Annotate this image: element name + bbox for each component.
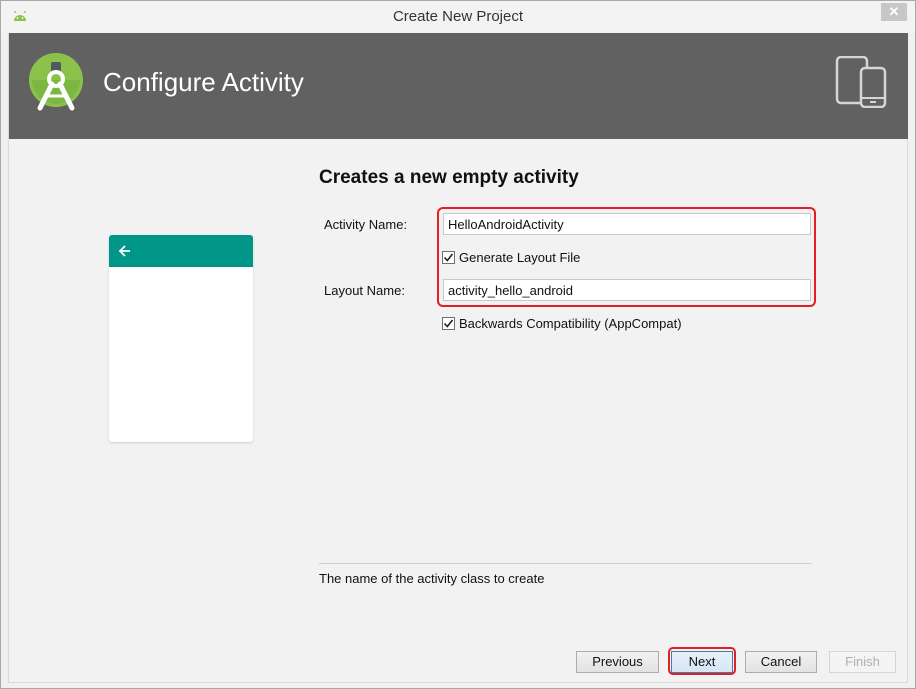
back-arrow-icon	[118, 245, 130, 257]
check-icon	[443, 319, 454, 328]
layout-name-label: Layout Name:	[324, 283, 405, 298]
page-title: Configure Activity	[103, 67, 304, 97]
title-bar: Create New Project ✕	[1, 1, 915, 33]
backwards-compat-checkbox-box[interactable]	[442, 316, 455, 330]
fields-highlight	[437, 207, 816, 307]
divider	[319, 563, 812, 564]
create-project-window: Create New Project ✕ Configure Activity	[0, 0, 916, 689]
devices-icon	[835, 56, 887, 108]
finish-button[interactable]: Finish	[829, 651, 896, 673]
activity-name-label: Activity Name:	[324, 217, 408, 232]
field-hint: The name of the activity class to create	[319, 571, 545, 586]
section-title: Creates a new empty activity	[319, 167, 579, 188]
cancel-button[interactable]: Cancel	[745, 651, 817, 673]
preview-app-bar	[109, 235, 253, 267]
close-icon: ✕	[888, 4, 900, 19]
activity-preview	[109, 235, 253, 442]
previous-button[interactable]: Previous	[576, 651, 659, 673]
backwards-compat-label: Backwards Compatibility (AppCompat)	[459, 315, 682, 331]
close-button[interactable]: ✕	[881, 3, 907, 21]
header-banner: Configure Activity	[9, 33, 908, 139]
backwards-compat-checkbox[interactable]: Backwards Compatibility (AppCompat)	[442, 315, 682, 331]
next-highlight	[668, 647, 736, 675]
android-studio-logo	[29, 53, 83, 111]
window-title: Create New Project	[392, 8, 524, 25]
